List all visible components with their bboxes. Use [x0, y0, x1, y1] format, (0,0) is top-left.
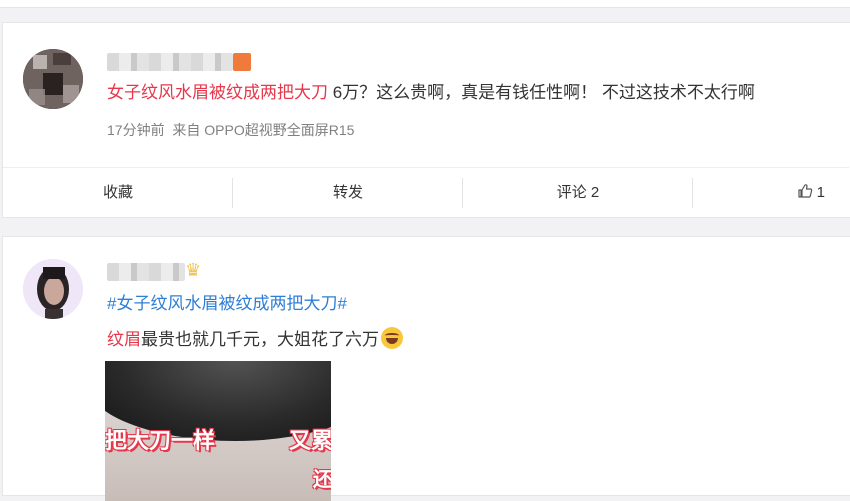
device-source: 来自 OPPO超视野全面屏R15: [172, 122, 355, 138]
comment-button[interactable]: 评论 2: [463, 168, 693, 218]
image-caption: 把大刀一样: [105, 428, 216, 453]
previous-card-edge: [0, 0, 850, 8]
avatar-image: [23, 259, 83, 319]
post-image[interactable]: 把大刀一样 又累 还: [105, 361, 331, 501]
laugh-emoji-icon: [381, 327, 403, 349]
hashtag-text[interactable]: #女子纹风水眉被纹成两把大刀#: [107, 294, 347, 313]
like-button[interactable]: 1: [693, 168, 849, 218]
action-bar: 收藏 转发 评论 2 1: [3, 167, 849, 218]
crown-icon: ♛: [185, 260, 202, 280]
avatar[interactable]: [23, 49, 83, 109]
thumbs-up-icon: [797, 170, 813, 220]
timestamp[interactable]: 17分钟前: [107, 122, 165, 138]
comment-text: 女子纹风水眉被纹成两把大刀 6万？这么贵啊，真是有钱任性啊！ 不过这技术不太行啊: [107, 81, 755, 105]
weibo-post-card: ♛ #女子纹风水眉被纹成两把大刀# 纹眉最贵也就几千元，大姐花了六万 把大刀一样…: [2, 236, 850, 501]
keyword-link[interactable]: 纹眉: [107, 330, 141, 349]
post-text: 纹眉最贵也就几千元，大姐花了六万: [107, 327, 403, 352]
like-count: 1: [816, 184, 825, 201]
username-blurred[interactable]: [107, 263, 185, 281]
post-body: 最贵也就几千元，大姐花了六万: [141, 330, 379, 349]
comment-card-1: 女子纹风水眉被纹成两把大刀 6万？这么贵啊，真是有钱任性啊！ 不过这技术不太行啊…: [2, 22, 850, 218]
avatar[interactable]: [23, 259, 83, 319]
favorite-button[interactable]: 收藏: [3, 168, 233, 218]
topic-hashtag[interactable]: #女子纹风水眉被纹成两把大刀#: [107, 292, 347, 316]
username-blurred[interactable]: [107, 53, 233, 71]
avatar-image: [23, 49, 83, 109]
comment-meta: 17分钟前 来自 OPPO超视野全面屏R15: [107, 120, 354, 140]
topic-link[interactable]: 女子纹风水眉被纹成两把大刀: [107, 83, 328, 102]
comment-body: 6万？这么贵啊，真是有钱任性啊！ 不过这技术不太行啊: [328, 83, 755, 102]
image-caption: 又累: [289, 428, 331, 453]
repost-button[interactable]: 转发: [233, 168, 463, 218]
member-badge-icon: [233, 53, 251, 71]
